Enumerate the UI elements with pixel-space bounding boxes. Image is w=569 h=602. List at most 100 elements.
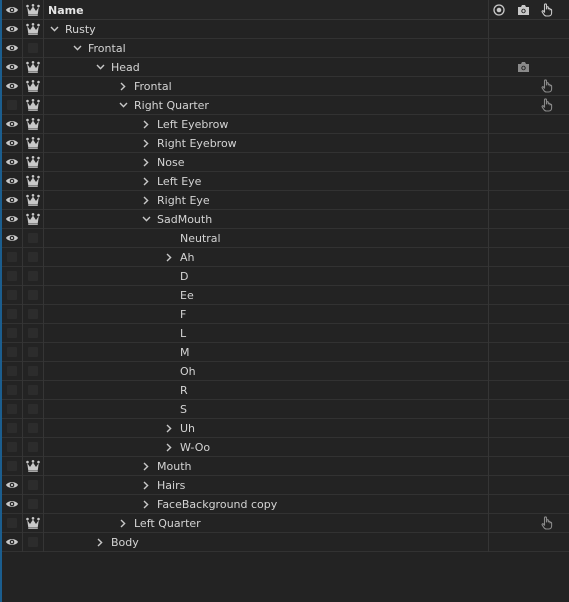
layer-row[interactable]: Ah [2, 248, 569, 267]
eye-icon[interactable] [2, 191, 22, 209]
hand-icon[interactable] [538, 514, 556, 532]
visibility-toggle-empty[interactable] [2, 248, 22, 266]
layer-row[interactable]: Body [2, 533, 569, 552]
crown-icon[interactable] [23, 115, 43, 133]
layer-row[interactable]: F [2, 305, 569, 324]
crown-toggle-empty[interactable] [23, 267, 43, 285]
layer-row[interactable]: Oh [2, 362, 569, 381]
crown-toggle-empty[interactable] [23, 362, 43, 380]
crown-icon[interactable] [23, 0, 43, 20]
visibility-toggle-empty[interactable] [2, 381, 22, 399]
eye-icon[interactable] [2, 20, 22, 38]
chevron-right-icon[interactable] [140, 460, 152, 472]
name-column-header[interactable]: Name [48, 0, 84, 20]
layer-row[interactable]: W-Oo [2, 438, 569, 457]
eye-icon[interactable] [2, 495, 22, 513]
eye-icon[interactable] [2, 134, 22, 152]
hand-icon[interactable] [538, 96, 556, 114]
crown-toggle-empty[interactable] [23, 39, 43, 57]
crown-icon[interactable] [23, 77, 43, 95]
crown-toggle-empty[interactable] [23, 305, 43, 323]
visibility-toggle-empty[interactable] [2, 305, 22, 323]
chevron-right-icon[interactable] [94, 536, 106, 548]
chevron-right-icon[interactable] [163, 422, 175, 434]
chevron-down-icon[interactable] [48, 23, 60, 35]
crown-toggle-empty[interactable] [23, 229, 43, 247]
chevron-right-icon[interactable] [140, 156, 152, 168]
layer-row[interactable]: M [2, 343, 569, 362]
layer-row[interactable]: Uh [2, 419, 569, 438]
crown-toggle-empty[interactable] [23, 400, 43, 418]
layer-row[interactable]: Left Quarter [2, 514, 569, 533]
visibility-toggle-empty[interactable] [2, 457, 22, 475]
eye-icon[interactable] [2, 476, 22, 494]
layer-row[interactable]: Neutral [2, 229, 569, 248]
chevron-right-icon[interactable] [117, 80, 129, 92]
eye-icon[interactable] [2, 39, 22, 57]
layer-row[interactable]: Rusty [2, 20, 569, 39]
eye-icon[interactable] [2, 77, 22, 95]
crown-toggle-empty[interactable] [23, 495, 43, 513]
layer-row[interactable]: Left Eyebrow [2, 115, 569, 134]
layer-row[interactable]: Ee [2, 286, 569, 305]
crown-icon[interactable] [23, 514, 43, 532]
eye-icon[interactable] [2, 210, 22, 228]
chevron-right-icon[interactable] [140, 137, 152, 149]
crown-icon[interactable] [23, 457, 43, 475]
visibility-toggle-empty[interactable] [2, 514, 22, 532]
layer-row[interactable]: Right Eyebrow [2, 134, 569, 153]
eye-icon[interactable] [2, 115, 22, 133]
crown-icon[interactable] [23, 96, 43, 114]
visibility-toggle-empty[interactable] [2, 343, 22, 361]
layer-row[interactable]: D [2, 267, 569, 286]
crown-toggle-empty[interactable] [23, 343, 43, 361]
crown-toggle-empty[interactable] [23, 381, 43, 399]
visibility-toggle-empty[interactable] [2, 286, 22, 304]
chevron-down-icon[interactable] [71, 42, 83, 54]
eye-icon[interactable] [2, 0, 22, 20]
origin-icon[interactable] [490, 0, 508, 20]
layer-row[interactable]: SadMouth [2, 210, 569, 229]
eye-icon[interactable] [2, 172, 22, 190]
chevron-right-icon[interactable] [163, 441, 175, 453]
camera-icon[interactable] [514, 58, 532, 76]
layer-row[interactable]: L [2, 324, 569, 343]
layer-row[interactable]: Mouth [2, 457, 569, 476]
crown-icon[interactable] [23, 153, 43, 171]
crown-icon[interactable] [23, 172, 43, 190]
eye-icon[interactable] [2, 58, 22, 76]
chevron-down-icon[interactable] [140, 213, 152, 225]
visibility-toggle-empty[interactable] [2, 267, 22, 285]
crown-icon[interactable] [23, 58, 43, 76]
crown-toggle-empty[interactable] [23, 476, 43, 494]
crown-toggle-empty[interactable] [23, 248, 43, 266]
layer-row[interactable]: R [2, 381, 569, 400]
visibility-toggle-empty[interactable] [2, 96, 22, 114]
layer-row[interactable]: Right Eye [2, 191, 569, 210]
crown-icon[interactable] [23, 210, 43, 228]
hand-icon[interactable] [538, 0, 556, 20]
layer-row[interactable]: Frontal [2, 77, 569, 96]
crown-toggle-empty[interactable] [23, 533, 43, 551]
chevron-right-icon[interactable] [140, 175, 152, 187]
chevron-right-icon[interactable] [117, 517, 129, 529]
crown-toggle-empty[interactable] [23, 419, 43, 437]
layer-row[interactable]: S [2, 400, 569, 419]
chevron-right-icon[interactable] [140, 194, 152, 206]
crown-toggle-empty[interactable] [23, 438, 43, 456]
chevron-right-icon[interactable] [140, 118, 152, 130]
hand-icon[interactable] [538, 77, 556, 95]
layer-row[interactable]: Frontal [2, 39, 569, 58]
chevron-down-icon[interactable] [94, 61, 106, 73]
chevron-down-icon[interactable] [117, 99, 129, 111]
visibility-toggle-empty[interactable] [2, 438, 22, 456]
chevron-right-icon[interactable] [163, 251, 175, 263]
crown-icon[interactable] [23, 20, 43, 38]
eye-icon[interactable] [2, 153, 22, 171]
eye-icon[interactable] [2, 229, 22, 247]
visibility-toggle-empty[interactable] [2, 324, 22, 342]
visibility-toggle-empty[interactable] [2, 362, 22, 380]
layer-row[interactable]: FaceBackground copy [2, 495, 569, 514]
layer-row[interactable]: Head [2, 58, 569, 77]
layer-row[interactable]: Left Eye [2, 172, 569, 191]
